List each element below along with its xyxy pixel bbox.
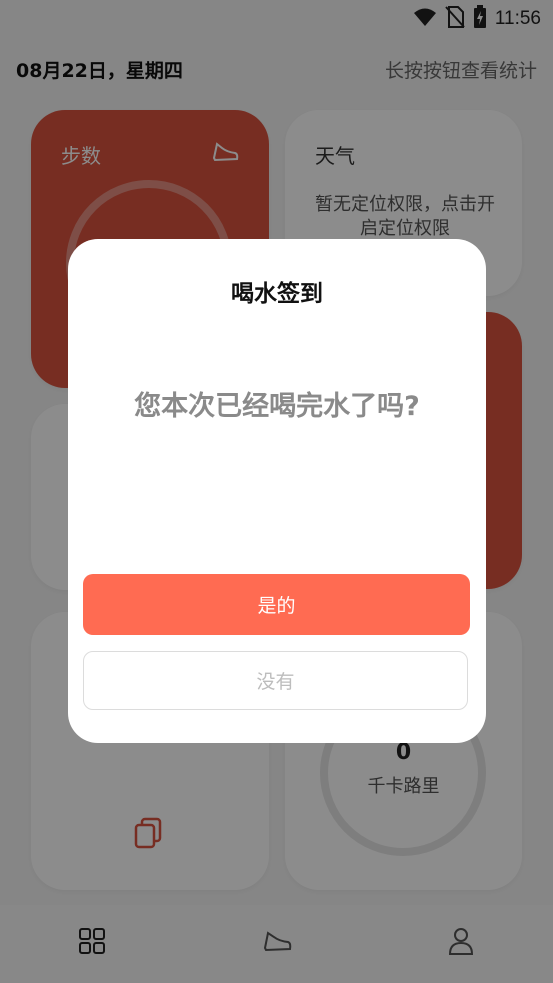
dialog-question: 您本次已经喝完水了吗? [134, 391, 420, 422]
drink-water-dialog: 喝水签到 您本次已经喝完水了吗? 是的 没有 [68, 239, 486, 743]
dialog-title: 喝水签到 [231, 281, 323, 307]
yes-button[interactable]: 是的 [83, 574, 470, 635]
no-button[interactable]: 没有 [83, 651, 468, 710]
